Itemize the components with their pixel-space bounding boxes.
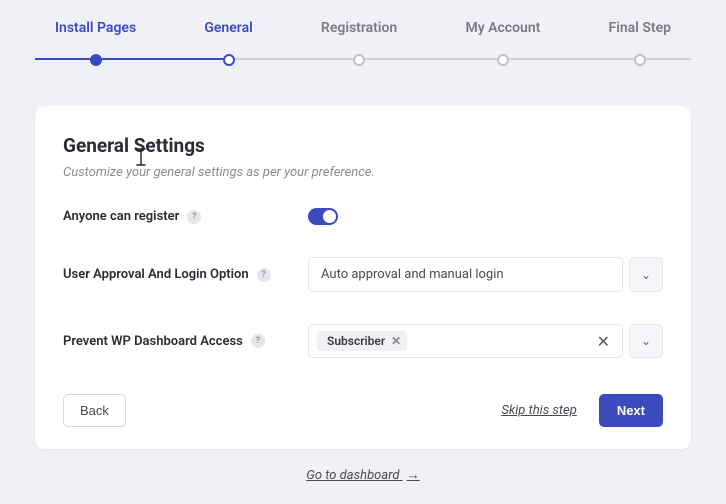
step-label: General — [204, 20, 252, 36]
remove-tag-icon[interactable]: ✕ — [391, 334, 401, 348]
help-icon[interactable]: ? — [187, 210, 201, 224]
role-tag: Subscriber ✕ — [317, 331, 407, 351]
step-dot-icon — [353, 54, 365, 66]
help-icon[interactable]: ? — [251, 334, 265, 348]
chevron-down-icon: ⌄ — [641, 268, 651, 282]
approval-dropdown-button[interactable]: ⌄ — [629, 257, 663, 292]
settings-card: General Settings Customize your general … — [35, 106, 691, 449]
anyone-register-toggle[interactable] — [308, 208, 338, 225]
setting-prevent-dashboard: Prevent WP Dashboard Access ? Subscriber… — [63, 324, 663, 358]
step-dot-icon — [90, 54, 102, 66]
step-dot-icon — [497, 54, 509, 66]
footer-right: Skip this step Next — [501, 394, 663, 427]
page-subtitle: Customize your general settings as per y… — [63, 165, 663, 180]
step-label: Registration — [321, 20, 397, 36]
toggle-knob — [323, 210, 336, 223]
card-footer: Back Skip this step Next — [63, 394, 663, 427]
label-text: User Approval And Login Option — [63, 267, 249, 282]
setting-label: Prevent WP Dashboard Access ? — [63, 334, 308, 349]
skip-step-link[interactable]: Skip this step — [501, 403, 576, 418]
setting-label: Anyone can register ? — [63, 209, 308, 224]
tag-label: Subscriber — [327, 334, 385, 348]
clear-all-icon[interactable]: ✕ — [593, 332, 614, 351]
prevent-tag-input[interactable]: Subscriber ✕ ✕ — [308, 324, 623, 358]
prevent-dropdown-button[interactable]: ⌄ — [629, 324, 663, 358]
step-install-pages[interactable]: Install Pages — [55, 20, 136, 66]
back-button[interactable]: Back — [63, 394, 126, 427]
approval-select-wrap: Auto approval and manual login ⌄ — [308, 257, 663, 292]
step-my-account[interactable]: My Account — [465, 20, 540, 66]
step-label: Final Step — [609, 20, 671, 36]
page-title: General Settings — [63, 134, 663, 157]
wizard-stepper: Install Pages General Registration My Ac… — [0, 0, 726, 106]
step-registration[interactable]: Registration — [321, 20, 397, 66]
step-dot-icon — [223, 54, 235, 66]
step-label: Install Pages — [55, 20, 136, 36]
step-general[interactable]: General — [204, 20, 252, 66]
step-dot-icon — [634, 54, 646, 66]
setting-label: User Approval And Login Option ? — [63, 267, 308, 282]
help-icon[interactable]: ? — [257, 268, 271, 282]
label-text: Anyone can register — [63, 209, 179, 224]
go-to-dashboard-link[interactable]: Go to dashboard → — [0, 467, 726, 483]
step-label: My Account — [465, 20, 540, 36]
prevent-select-wrap: Subscriber ✕ ✕ ⌄ — [308, 324, 663, 358]
approval-select[interactable]: Auto approval and manual login — [308, 257, 623, 292]
next-button[interactable]: Next — [599, 394, 663, 427]
dashboard-link-text: Go to dashboard — [306, 468, 399, 483]
label-text: Prevent WP Dashboard Access — [63, 334, 243, 349]
arrow-right-icon: → — [407, 468, 420, 483]
step-final-step[interactable]: Final Step — [609, 20, 671, 66]
setting-user-approval: User Approval And Login Option ? Auto ap… — [63, 257, 663, 292]
setting-anyone-register: Anyone can register ? — [63, 208, 663, 225]
chevron-down-icon: ⌄ — [641, 334, 651, 348]
